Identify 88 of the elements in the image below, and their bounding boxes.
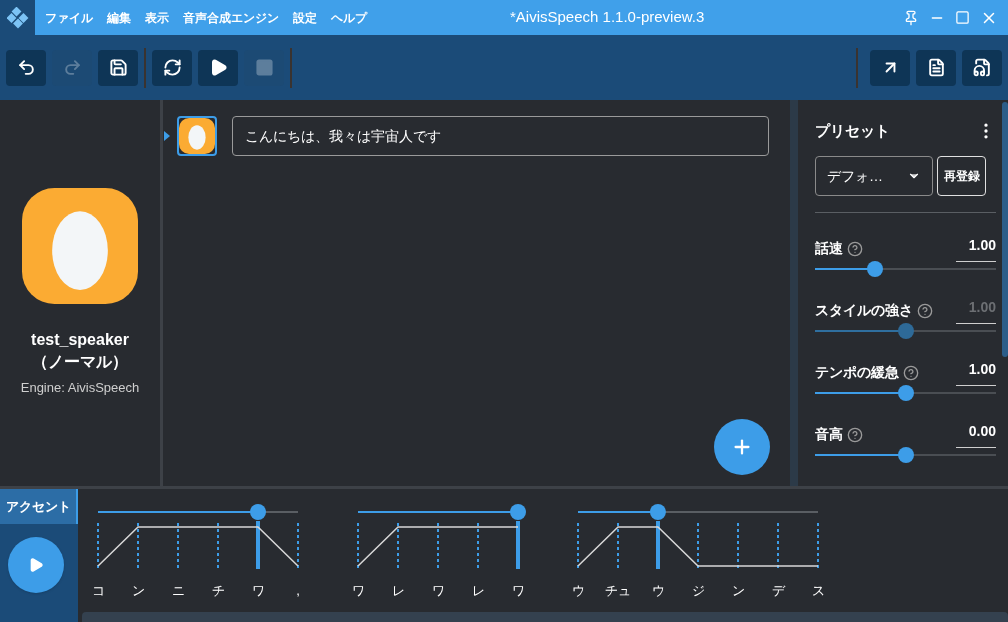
mora-divider <box>817 522 819 570</box>
mora-divider <box>297 522 299 570</box>
mora-divider <box>97 522 99 570</box>
mora-label[interactable]: ワ <box>338 581 378 601</box>
mora-label[interactable]: チ <box>198 581 238 601</box>
mora-label[interactable]: チュ <box>598 581 638 601</box>
mora-label[interactable]: ウ <box>638 581 678 601</box>
scrollbar[interactable] <box>1002 102 1008 357</box>
parameter-value[interactable]: 0.00 <box>956 421 996 448</box>
mora-label[interactable]: ウ <box>558 581 598 601</box>
mora-label[interactable]: ン <box>718 581 758 601</box>
mora-label[interactable]: ワ <box>418 581 458 601</box>
repeat-play-icon <box>162 58 182 77</box>
mora-divider <box>397 522 399 570</box>
mora-label[interactable]: ジ <box>678 581 718 601</box>
character-name: test_speaker <box>31 330 129 350</box>
parameter-value[interactable]: 1.00 <box>956 235 996 262</box>
audio-export-icon <box>972 58 992 77</box>
parameter-label: テンポの緩急 <box>815 363 899 382</box>
text-field[interactable]: こんにちは、我々は宇宙人です <box>232 116 769 156</box>
accent-tab[interactable]: アクセント <box>0 489 78 524</box>
pin-icon[interactable] <box>903 9 919 26</box>
redo-icon <box>62 58 82 77</box>
mora-divider <box>697 522 699 570</box>
accent-line <box>256 521 260 569</box>
mora-divider <box>477 522 479 570</box>
mora-divider <box>737 522 739 570</box>
mora-divider <box>357 522 359 570</box>
slider-thumb[interactable] <box>866 261 883 277</box>
undo-button[interactable] <box>6 49 46 86</box>
slider-thumb[interactable] <box>897 385 914 401</box>
help-icon[interactable] <box>917 302 933 319</box>
text-export-button[interactable] <box>916 49 956 86</box>
play-icon <box>28 557 44 573</box>
preset-title: プリセット <box>815 120 890 141</box>
play-button[interactable] <box>198 49 238 86</box>
export-button[interactable] <box>870 49 910 86</box>
parameter-value[interactable]: 1.00 <box>956 359 996 386</box>
stop-icon <box>254 58 274 77</box>
window-title: *AivisSpeech 1.1.0-preview.3 <box>510 7 705 28</box>
mora-label[interactable]: ワ <box>498 581 538 601</box>
text-export-icon <box>926 58 946 77</box>
mora-label[interactable]: ニ <box>158 581 198 601</box>
mora-label[interactable]: ン <box>118 581 158 601</box>
mora-divider <box>437 522 439 570</box>
mora-divider <box>217 522 219 570</box>
accent-slider[interactable] <box>358 504 526 520</box>
parameter-label: 話速 <box>815 239 843 258</box>
parameter-label: スタイルの強さ <box>815 301 913 320</box>
parameter-label: 音高 <box>815 425 843 444</box>
mora-divider <box>577 522 579 570</box>
diamond-logo-icon <box>6 6 29 29</box>
register-button[interactable]: 再登録 <box>937 156 986 196</box>
engine-label: Engine: AivisSpeech <box>20 379 140 397</box>
accent-slider[interactable] <box>98 504 298 520</box>
mora-divider <box>617 522 619 570</box>
accent-slider[interactable] <box>578 504 818 520</box>
undo-icon <box>16 58 36 77</box>
mora-label[interactable]: ワ <box>238 581 278 601</box>
mora-divider <box>177 522 179 570</box>
mora-label[interactable]: , <box>278 581 318 601</box>
slider-thumb[interactable] <box>510 504 526 520</box>
help-icon[interactable] <box>903 364 919 381</box>
accent-line <box>516 521 520 569</box>
mora-label[interactable]: デ <box>758 581 798 601</box>
save-button[interactable] <box>98 49 138 86</box>
mora-divider <box>777 522 779 570</box>
slider-thumb[interactable] <box>649 504 666 520</box>
mora-label[interactable]: レ <box>378 581 418 601</box>
mora-divider <box>137 522 139 570</box>
horizontal-scrollbar[interactable] <box>82 612 1008 622</box>
repeat-play-button[interactable] <box>152 49 192 86</box>
help-icon[interactable] <box>847 426 863 443</box>
egg-icon <box>179 118 215 154</box>
accent-line <box>656 521 660 569</box>
mora-label[interactable]: コ <box>78 581 118 601</box>
mora-label[interactable]: ス <box>798 581 838 601</box>
play-button[interactable] <box>8 537 64 593</box>
mora-label[interactable]: レ <box>458 581 498 601</box>
item-avatar[interactable] <box>177 116 217 156</box>
slider-thumb[interactable] <box>897 447 914 463</box>
add-button[interactable] <box>714 419 770 475</box>
save-icon <box>108 58 128 77</box>
character-style: （ノーマル） <box>32 352 128 372</box>
slider-thumb[interactable] <box>250 504 266 520</box>
audio-export-button[interactable] <box>962 49 1002 86</box>
help-icon[interactable] <box>847 240 863 257</box>
preset-dropdown[interactable]: デフォ… <box>815 156 933 196</box>
